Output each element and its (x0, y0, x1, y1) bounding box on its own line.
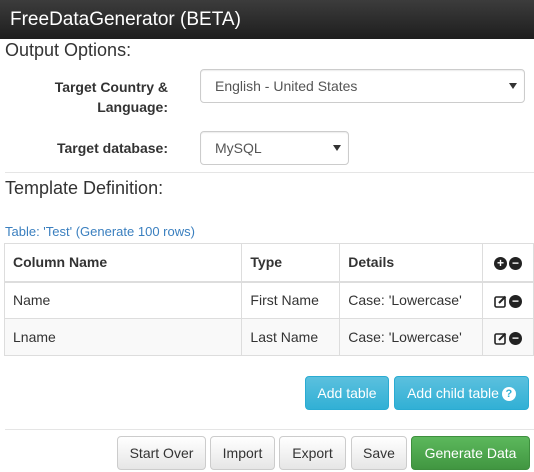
add-table-button[interactable]: Add table (305, 376, 389, 410)
target-database-select[interactable]: MySQL (200, 131, 349, 165)
row-actions: − (482, 318, 534, 356)
export-button[interactable]: Export (279, 436, 346, 470)
cell-column-name: Name (3, 281, 243, 319)
row-actions: − (482, 281, 534, 319)
chevron-down-icon (509, 83, 517, 89)
cell-details: Case: 'Lowercase' (339, 281, 484, 319)
cell-details: Case: 'Lowercase' (339, 318, 484, 356)
target-country-select[interactable]: English - United States (200, 69, 525, 103)
chevron-down-icon (333, 145, 341, 151)
import-button[interactable]: Import (210, 436, 275, 470)
table-row: Lname Last Name Case: 'Lowercase' − (3, 318, 534, 356)
column-header-actions: + − (482, 243, 534, 283)
target-country-label: Target Country & Language: (20, 77, 168, 117)
minus-circle-icon[interactable]: − (509, 331, 523, 345)
table-header-row: Column Name Type Details + − (3, 243, 534, 283)
add-child-table-label: Add child table (407, 385, 499, 401)
column-header-name: Column Name (3, 243, 243, 283)
cell-type: First Name (241, 281, 341, 319)
edit-icon[interactable] (494, 332, 507, 345)
start-over-button[interactable]: Start Over (117, 436, 206, 470)
columns-table: Column Name Type Details + − Name First N… (3, 243, 534, 356)
cell-column-name: Lname (3, 318, 243, 356)
divider (5, 172, 534, 173)
plus-circle-icon[interactable]: + (494, 257, 508, 271)
template-definition-heading: Template Definition: (5, 178, 164, 198)
question-circle-icon: ? (501, 387, 516, 402)
table-caption-link[interactable]: Table: 'Test' (Generate 100 rows) (5, 224, 195, 239)
column-header-details: Details (339, 243, 484, 283)
edit-icon[interactable] (494, 295, 507, 308)
target-country-label-line1: Target Country & (54, 79, 168, 95)
table-row: Name First Name Case: 'Lowercase' − (3, 281, 534, 319)
app-title: FreeDataGenerator (BETA) (10, 9, 241, 30)
target-database-value: MySQL (215, 140, 262, 156)
cell-type: Last Name (241, 318, 341, 356)
generate-data-button[interactable]: Generate Data (411, 436, 530, 470)
target-country-value: English - United States (215, 78, 358, 94)
app-title-bar: FreeDataGenerator (BETA) (0, 0, 534, 39)
add-child-table-button[interactable]: Add child table? (394, 376, 529, 410)
save-button[interactable]: Save (351, 436, 407, 470)
column-header-type: Type (241, 243, 341, 283)
divider (5, 429, 534, 430)
target-database-label: Target database: (57, 140, 168, 156)
minus-circle-icon[interactable]: − (509, 295, 523, 309)
output-options-heading: Output Options: (5, 40, 132, 60)
target-country-label-line2: Language: (97, 99, 168, 115)
minus-circle-icon[interactable]: − (509, 257, 523, 271)
